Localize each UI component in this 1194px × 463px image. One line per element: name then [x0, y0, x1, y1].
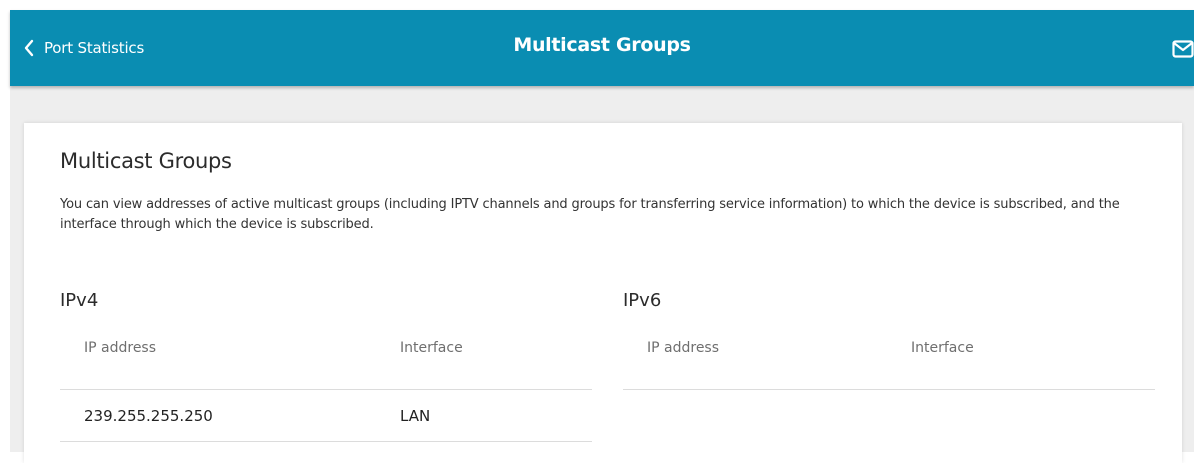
app-frame: Port Statistics Multicast Groups Multica… [10, 10, 1194, 463]
interface-cell: LAN [400, 389, 592, 442]
column-header-interface: Interface [911, 337, 1155, 390]
ip-address-cell: 239.255.255.250 [60, 389, 400, 442]
ipv6-title: IPv6 [623, 290, 662, 311]
page-title: Multicast Groups [513, 34, 691, 56]
card-title: Multicast Groups [60, 149, 232, 173]
table-row[interactable]: 239.255.255.250 LAN [60, 389, 592, 442]
mail-icon[interactable] [1172, 40, 1194, 62]
ipv4-title: IPv4 [60, 290, 99, 311]
column-header-ip-address: IP address [623, 337, 911, 390]
table-header-row: IP address Interface [60, 337, 592, 390]
top-bar: Port Statistics Multicast Groups [10, 10, 1194, 86]
ipv4-section: IPv4 IP address Interface 239.255.255.25… [60, 289, 592, 442]
card-description: You can view addresses of active multica… [60, 197, 1120, 232]
ipv6-table: IP address Interface [623, 337, 1155, 390]
ipv6-section: IPv6 IP address Interface [623, 289, 1155, 390]
column-header-interface: Interface [400, 337, 592, 390]
column-header-ip-address: IP address [60, 337, 400, 390]
table-header-row: IP address Interface [623, 337, 1155, 390]
multicast-groups-card: Multicast Groups You can view addresses … [24, 123, 1182, 463]
ipv4-table: IP address Interface 239.255.255.250 LAN [60, 337, 592, 442]
